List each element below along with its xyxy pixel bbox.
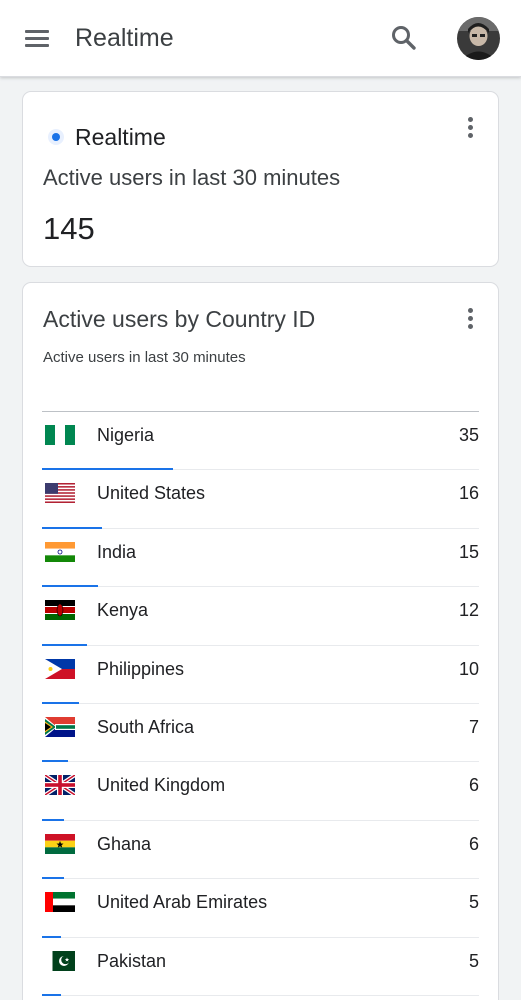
flag-ae-icon bbox=[45, 892, 75, 913]
list-item[interactable]: Nigeria 35 bbox=[42, 412, 479, 471]
country-name: United Arab Emirates bbox=[97, 892, 268, 913]
country-list: Nigeria 35 United States 16 India 15 Kenya 12 Ph… bbox=[42, 412, 479, 996]
app-bar: Realtime bbox=[0, 0, 521, 77]
page-title: Realtime bbox=[75, 24, 174, 52]
country-value: 5 bbox=[468, 892, 479, 913]
flag-ph-icon bbox=[45, 658, 75, 679]
metric-label: Active users in last 30 minutes bbox=[43, 165, 341, 190]
flag-in-icon bbox=[45, 541, 75, 562]
realtime-card: Realtime Active users in last 30 minutes… bbox=[22, 91, 499, 267]
realtime-label: Realtime bbox=[75, 124, 166, 150]
list-item[interactable]: United Kingdom 6 bbox=[42, 762, 479, 821]
list-item[interactable]: Pakistan 5 bbox=[42, 938, 479, 996]
realtime-indicator-icon bbox=[48, 129, 64, 145]
flag-pk-icon bbox=[45, 950, 75, 971]
country-value: 12 bbox=[458, 600, 479, 621]
country-value: 35 bbox=[458, 425, 479, 445]
flag-ng-icon bbox=[45, 425, 75, 445]
list-item[interactable]: Kenya 12 bbox=[42, 587, 479, 646]
more-vert-icon[interactable] bbox=[460, 305, 480, 333]
list-item[interactable]: South Africa 7 bbox=[42, 704, 479, 763]
list-item[interactable]: United States 16 bbox=[42, 470, 479, 529]
flag-ke-icon bbox=[45, 600, 75, 621]
list-item[interactable]: Philippines 10 bbox=[42, 646, 479, 704]
country-name: South Africa bbox=[97, 716, 195, 737]
flag-gb-icon bbox=[45, 775, 75, 796]
country-value: 16 bbox=[458, 483, 479, 504]
flag-za-icon bbox=[45, 716, 75, 737]
list-item[interactable]: India 15 bbox=[42, 529, 479, 588]
flag-us-icon bbox=[45, 483, 75, 504]
list-item[interactable]: Ghana 6 bbox=[42, 821, 479, 880]
country-name: India bbox=[97, 541, 137, 562]
value-bar bbox=[42, 993, 61, 996]
country-name: Kenya bbox=[97, 600, 149, 621]
country-name: Philippines bbox=[97, 658, 185, 679]
country-value: 10 bbox=[458, 658, 479, 679]
country-value: 7 bbox=[468, 716, 479, 737]
menu-icon[interactable] bbox=[18, 22, 56, 56]
country-value: 5 bbox=[468, 950, 479, 971]
search-icon[interactable] bbox=[386, 20, 422, 56]
country-name: United States bbox=[97, 483, 206, 504]
flag-gh-icon bbox=[45, 833, 75, 854]
country-name: Ghana bbox=[97, 833, 152, 854]
metric-value: 145 bbox=[43, 211, 95, 246]
country-name: Pakistan bbox=[97, 950, 167, 971]
country-name: United Kingdom bbox=[97, 775, 226, 796]
more-vert-icon[interactable] bbox=[460, 114, 480, 142]
avatar[interactable] bbox=[457, 17, 500, 60]
card-subtitle: Active users in last 30 minutes bbox=[43, 349, 246, 366]
country-value: 6 bbox=[468, 775, 479, 796]
country-value: 6 bbox=[468, 833, 479, 854]
country-name: Nigeria bbox=[97, 425, 155, 445]
country-card: Active users by Country ID Active users … bbox=[22, 282, 499, 1000]
country-value: 15 bbox=[458, 541, 479, 562]
list-item[interactable]: United Arab Emirates 5 bbox=[42, 879, 479, 938]
card-title: Active users by Country ID bbox=[43, 306, 316, 332]
